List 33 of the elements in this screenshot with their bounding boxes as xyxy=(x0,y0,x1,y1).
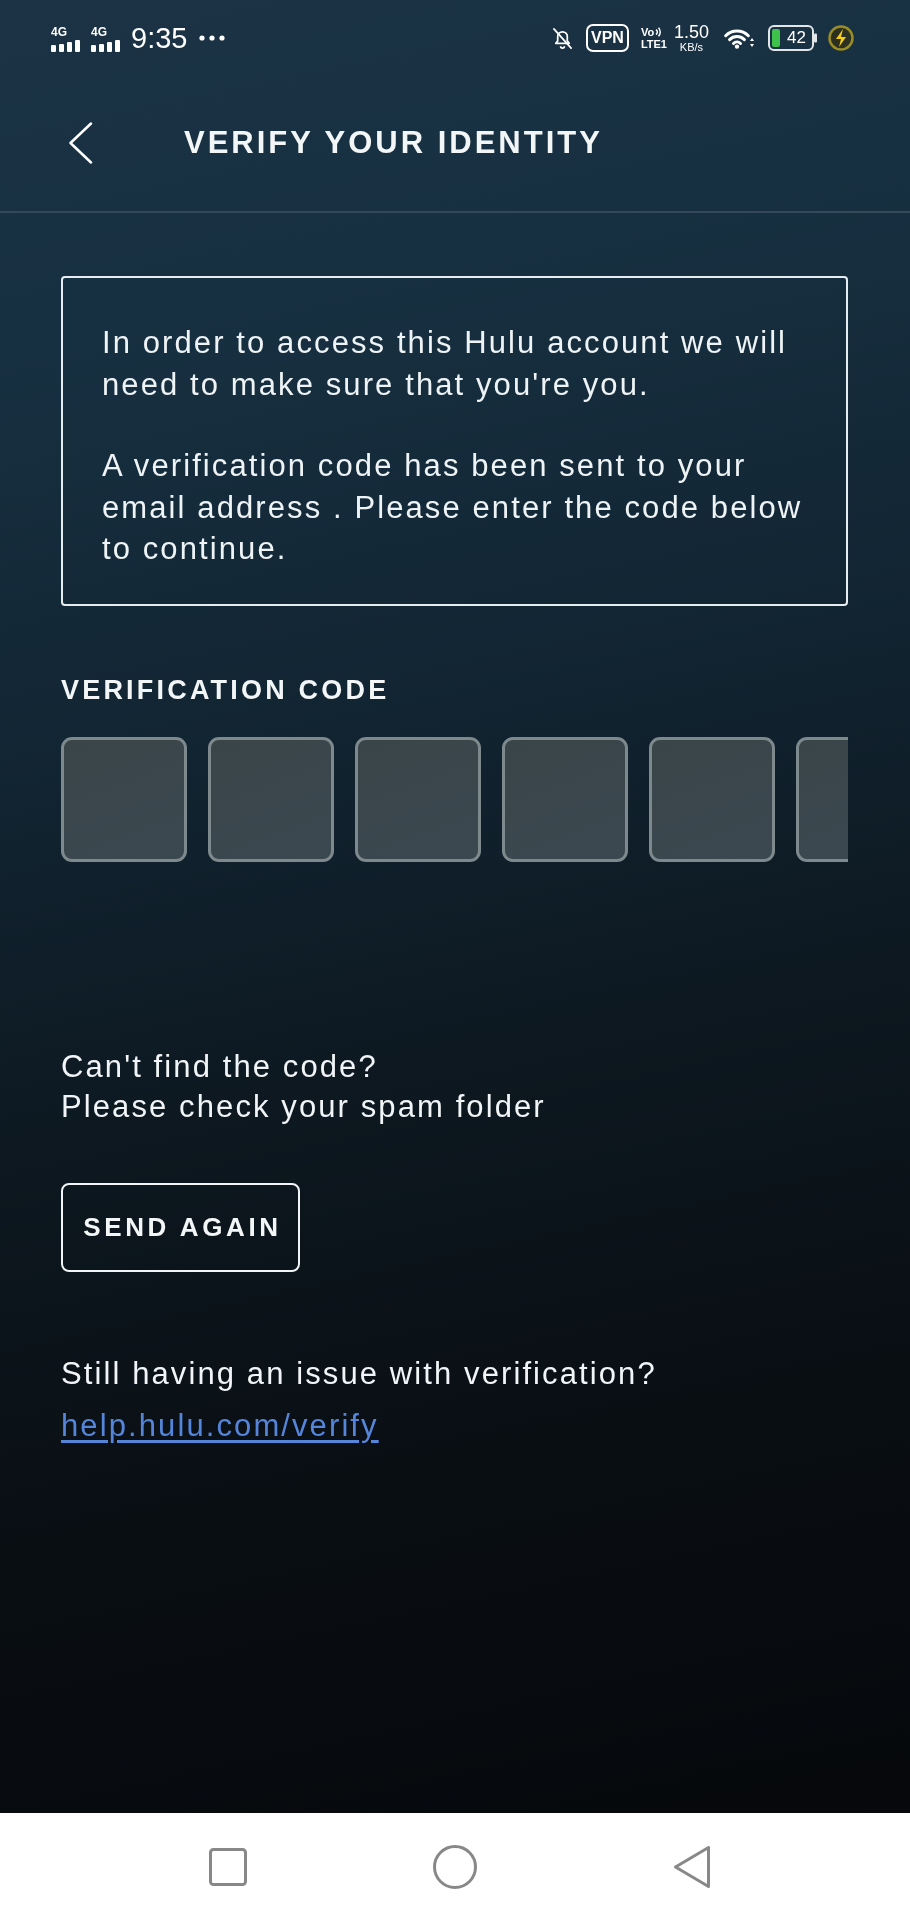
code-digit-field[interactable] xyxy=(796,736,848,862)
lte-text: LTE1 xyxy=(640,37,667,50)
network-type: 4G xyxy=(51,25,67,38)
chevron-left-icon[interactable] xyxy=(68,122,93,164)
code-label: VERIFICATION CODE xyxy=(61,673,390,706)
page-title: VERIFY YOUR IDENTITY xyxy=(184,125,603,161)
send-again-button[interactable]: SEND AGAIN xyxy=(61,1182,300,1272)
code-help-hint: Please check your spam folder xyxy=(61,1087,546,1126)
network-type: 4G xyxy=(91,25,107,38)
code-digit-field[interactable] xyxy=(208,736,334,862)
code-digit-field[interactable] xyxy=(61,736,187,862)
vpn-badge: VPN xyxy=(585,23,629,52)
signal-bars-icon xyxy=(51,39,80,52)
home-circle-icon[interactable] xyxy=(433,1844,477,1889)
call-waves-icon xyxy=(655,26,663,37)
speed-unit: KB/s xyxy=(679,40,704,53)
info-text: A verification code has been sent to your email address . Please enter the code below to continue. xyxy=(102,447,804,568)
code-help-question: Can't find the code? xyxy=(61,1047,378,1086)
status-time: 9:35 xyxy=(131,20,188,55)
info-text: In order to access this Hulu account we will need to make sure that you're you. xyxy=(102,324,789,404)
muted-bell-icon xyxy=(550,25,574,50)
volte-text: Vo xyxy=(640,25,655,38)
help-link[interactable]: help.hulu.com/verify xyxy=(61,1405,379,1446)
more-dots-icon xyxy=(199,34,226,41)
code-digit-field[interactable] xyxy=(649,736,775,862)
support-question: Still having an issue with verification? xyxy=(61,1354,657,1393)
code-digit-field[interactable] xyxy=(355,736,481,862)
network-speed: 1.50 xyxy=(673,22,709,41)
back-triangle-icon[interactable] xyxy=(673,1844,711,1889)
code-digit-field[interactable] xyxy=(502,736,628,862)
signal-bars-icon xyxy=(91,39,120,52)
recents-square-icon[interactable] xyxy=(209,1847,247,1886)
battery-indicator: 42 xyxy=(768,24,818,51)
